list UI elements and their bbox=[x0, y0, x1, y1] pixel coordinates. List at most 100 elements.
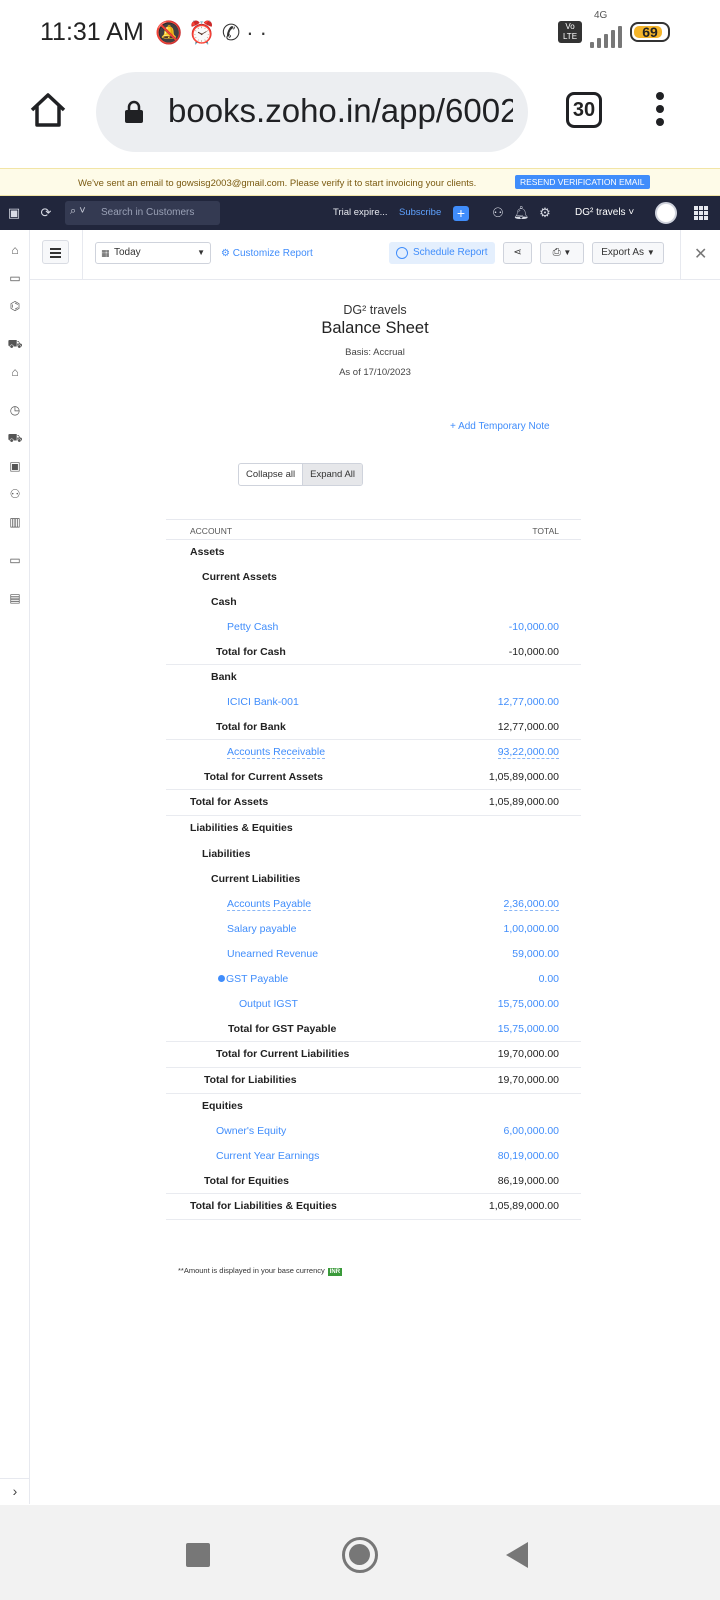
table-row: Current Assets bbox=[202, 571, 277, 583]
table-row: Total for Cash -10,000.00 bbox=[166, 640, 581, 665]
gear-icon: ⚙ bbox=[221, 248, 230, 259]
table-row: Total for Liabilities & Equities 1,05,89,… bbox=[166, 1194, 581, 1220]
currency-footnote: **Amount is displayed in your base curre… bbox=[178, 1266, 343, 1276]
subscribe-link[interactable]: Subscribe bbox=[399, 207, 441, 218]
expand-all-button[interactable]: Expand All bbox=[302, 464, 363, 485]
expand-bullet-icon[interactable] bbox=[218, 975, 225, 982]
share-icon: ⋖ bbox=[513, 247, 522, 258]
apps-grid-icon[interactable] bbox=[694, 206, 708, 220]
gst-filing-nav-icon[interactable]: ▣ bbox=[7, 458, 23, 474]
column-account: ACCOUNT bbox=[190, 526, 233, 536]
table-header: ACCOUNT TOTAL bbox=[166, 519, 581, 540]
battery-icon: 69 bbox=[630, 22, 670, 42]
signal-icon bbox=[590, 22, 622, 48]
table-row: Assets bbox=[190, 546, 225, 558]
purchases-nav-icon[interactable]: ⌂ bbox=[7, 364, 23, 380]
notifications-icon[interactable]: 🔔︎ bbox=[513, 205, 530, 221]
lock-icon bbox=[124, 100, 144, 129]
time-tracking-nav-icon[interactable]: ◷ bbox=[7, 402, 23, 418]
print-button[interactable]: ⎙ ▼ bbox=[540, 242, 584, 264]
column-total: TOTAL bbox=[532, 526, 559, 536]
company-name: DG² travels bbox=[343, 303, 407, 317]
recents-icon[interactable] bbox=[186, 1543, 210, 1567]
report-date: As of 17/10/2023 bbox=[339, 367, 411, 378]
expand-sidebar-icon[interactable]: › bbox=[0, 1478, 30, 1504]
items-nav-icon[interactable]: ▭ bbox=[7, 270, 23, 286]
share-button[interactable]: ⋖ bbox=[503, 242, 532, 264]
table-row[interactable]: GST Payable 0.00 bbox=[166, 967, 581, 992]
avatar[interactable] bbox=[655, 202, 677, 224]
table-row[interactable]: Owner's Equity 6,00,000.00 bbox=[166, 1119, 581, 1144]
printer-icon: ⎙ bbox=[552, 247, 561, 258]
table-row[interactable]: Unearned Revenue 59,000.00 bbox=[166, 942, 581, 967]
quick-create-button[interactable]: + bbox=[453, 206, 469, 221]
app-header: ▣ ⟳ ⌕ ˅ Search in Customers Trial expire… bbox=[0, 196, 720, 230]
home-button-icon[interactable] bbox=[342, 1537, 378, 1573]
refresh-icon[interactable]: ⟳ bbox=[38, 205, 54, 221]
sidebar: ⌂ ▭ ⌬ ⛟ ⌂ ◷ ⛟ ▣ ⚇ ▥ ▭ ▤ › bbox=[0, 230, 30, 1504]
app-logo-icon[interactable]: ▣ bbox=[6, 205, 22, 221]
add-temporary-note-link[interactable]: + Add Temporary Note bbox=[450, 421, 550, 432]
settings-icon[interactable]: ⚙ bbox=[537, 205, 553, 221]
system-navigation-bar bbox=[0, 1505, 720, 1600]
table-row: Total for Assets 1,05,89,000.00 bbox=[166, 790, 581, 816]
banner-message: We've sent an email to gowsisg2003@gmail… bbox=[78, 178, 477, 189]
collapse-all-button[interactable]: Collapse all bbox=[239, 464, 302, 485]
back-icon[interactable] bbox=[506, 1542, 528, 1568]
date-range-select[interactable]: ▦ Today ▼ bbox=[95, 242, 211, 264]
close-icon[interactable]: ✕ bbox=[694, 244, 707, 264]
table-row[interactable]: Salary payable 1,00,000.00 bbox=[166, 917, 581, 942]
tab-switcher-button[interactable]: 30 bbox=[566, 92, 602, 128]
network-type: 4G bbox=[594, 10, 608, 21]
table-row[interactable]: Current Year Earnings 80,19,000.00 bbox=[166, 1144, 581, 1169]
table-row[interactable]: Accounts Payable 2,36,000.00 bbox=[166, 892, 581, 917]
reports-nav-icon[interactable]: ▥ bbox=[7, 514, 23, 530]
table-row: Liabilities bbox=[202, 848, 251, 860]
customize-report-link[interactable]: ⚙ Customize Report bbox=[221, 248, 313, 259]
integrations-nav-icon[interactable]: ▤ bbox=[7, 590, 23, 606]
table-row[interactable]: Petty Cash -10,000.00 bbox=[166, 615, 581, 640]
export-button[interactable]: Export As ▼ bbox=[592, 242, 664, 264]
sales-nav-icon[interactable]: ⛟ bbox=[7, 336, 23, 352]
mute-icon: 🔕 bbox=[155, 20, 189, 45]
report-menu-button[interactable] bbox=[42, 240, 69, 264]
home-icon[interactable] bbox=[28, 90, 68, 130]
table-row: Total for Current Liabilities 19,70,000.0… bbox=[166, 1042, 581, 1068]
documents-nav-icon[interactable]: ▭ bbox=[7, 552, 23, 568]
table-row[interactable]: Accounts Receivable 93,22,000.00 bbox=[166, 740, 581, 765]
notification-icons: 🔕⏰✆·· bbox=[155, 20, 273, 46]
search-icon[interactable]: ⌕ ˅ bbox=[70, 205, 86, 218]
more-dots-icon: ·· bbox=[246, 20, 273, 45]
status-bar: 11:31 AM 🔕⏰✆·· Vo LTE 4G 69 bbox=[0, 0, 720, 68]
chevron-down-icon: ▼ bbox=[646, 248, 655, 257]
address-bar[interactable]: books.zoho.in/app/6002 bbox=[96, 72, 528, 152]
schedule-report-button[interactable]: Schedule Report bbox=[389, 242, 495, 264]
expand-collapse-toggle: Collapse all Expand All bbox=[238, 463, 364, 486]
organization-switcher[interactable]: DG² travels ˅ bbox=[575, 207, 634, 218]
resend-verification-button[interactable]: RESEND VERIFICATION EMAIL bbox=[515, 175, 650, 189]
accountant-nav-icon[interactable]: ⚇ bbox=[7, 486, 23, 502]
search-input[interactable]: ⌕ ˅ Search in Customers bbox=[65, 201, 220, 225]
search-placeholder: Search in Customers bbox=[101, 207, 195, 218]
report-basis: Basis: Accrual bbox=[345, 347, 405, 358]
clock: 11:31 AM bbox=[40, 18, 144, 46]
table-row[interactable]: ICICI Bank-001 12,77,000.00 bbox=[166, 690, 581, 715]
chevron-down-icon: ▼ bbox=[197, 248, 205, 257]
browser-menu-icon[interactable] bbox=[656, 92, 666, 131]
table-row: Bank bbox=[211, 671, 237, 683]
table-row: Current Liabilities bbox=[211, 873, 301, 885]
users-icon[interactable]: ⚇ bbox=[490, 205, 506, 221]
table-row: Total for Liabilities 19,70,000.00 bbox=[166, 1068, 581, 1094]
eway-bills-nav-icon[interactable]: ⛟ bbox=[7, 430, 23, 446]
url-text: books.zoho.in/app/6002 bbox=[168, 92, 513, 129]
table-row: Cash bbox=[211, 596, 237, 608]
report-toolbar: ▦ Today ▼ ⚙ Customize Report Schedule Re… bbox=[30, 230, 720, 280]
table-row[interactable]: Output IGST 15,75,000.00 bbox=[166, 992, 581, 1017]
table-row: Total for Bank 12,77,000.00 bbox=[166, 715, 581, 740]
whatsapp-icon: ✆ bbox=[221, 20, 247, 45]
table-row: Equities bbox=[202, 1100, 243, 1112]
home-nav-icon[interactable]: ⌂ bbox=[7, 242, 23, 258]
banking-nav-icon[interactable]: ⌬ bbox=[7, 298, 23, 314]
calendar-icon: ▦ bbox=[101, 248, 110, 258]
browser-toolbar: books.zoho.in/app/6002 30 bbox=[0, 68, 720, 168]
